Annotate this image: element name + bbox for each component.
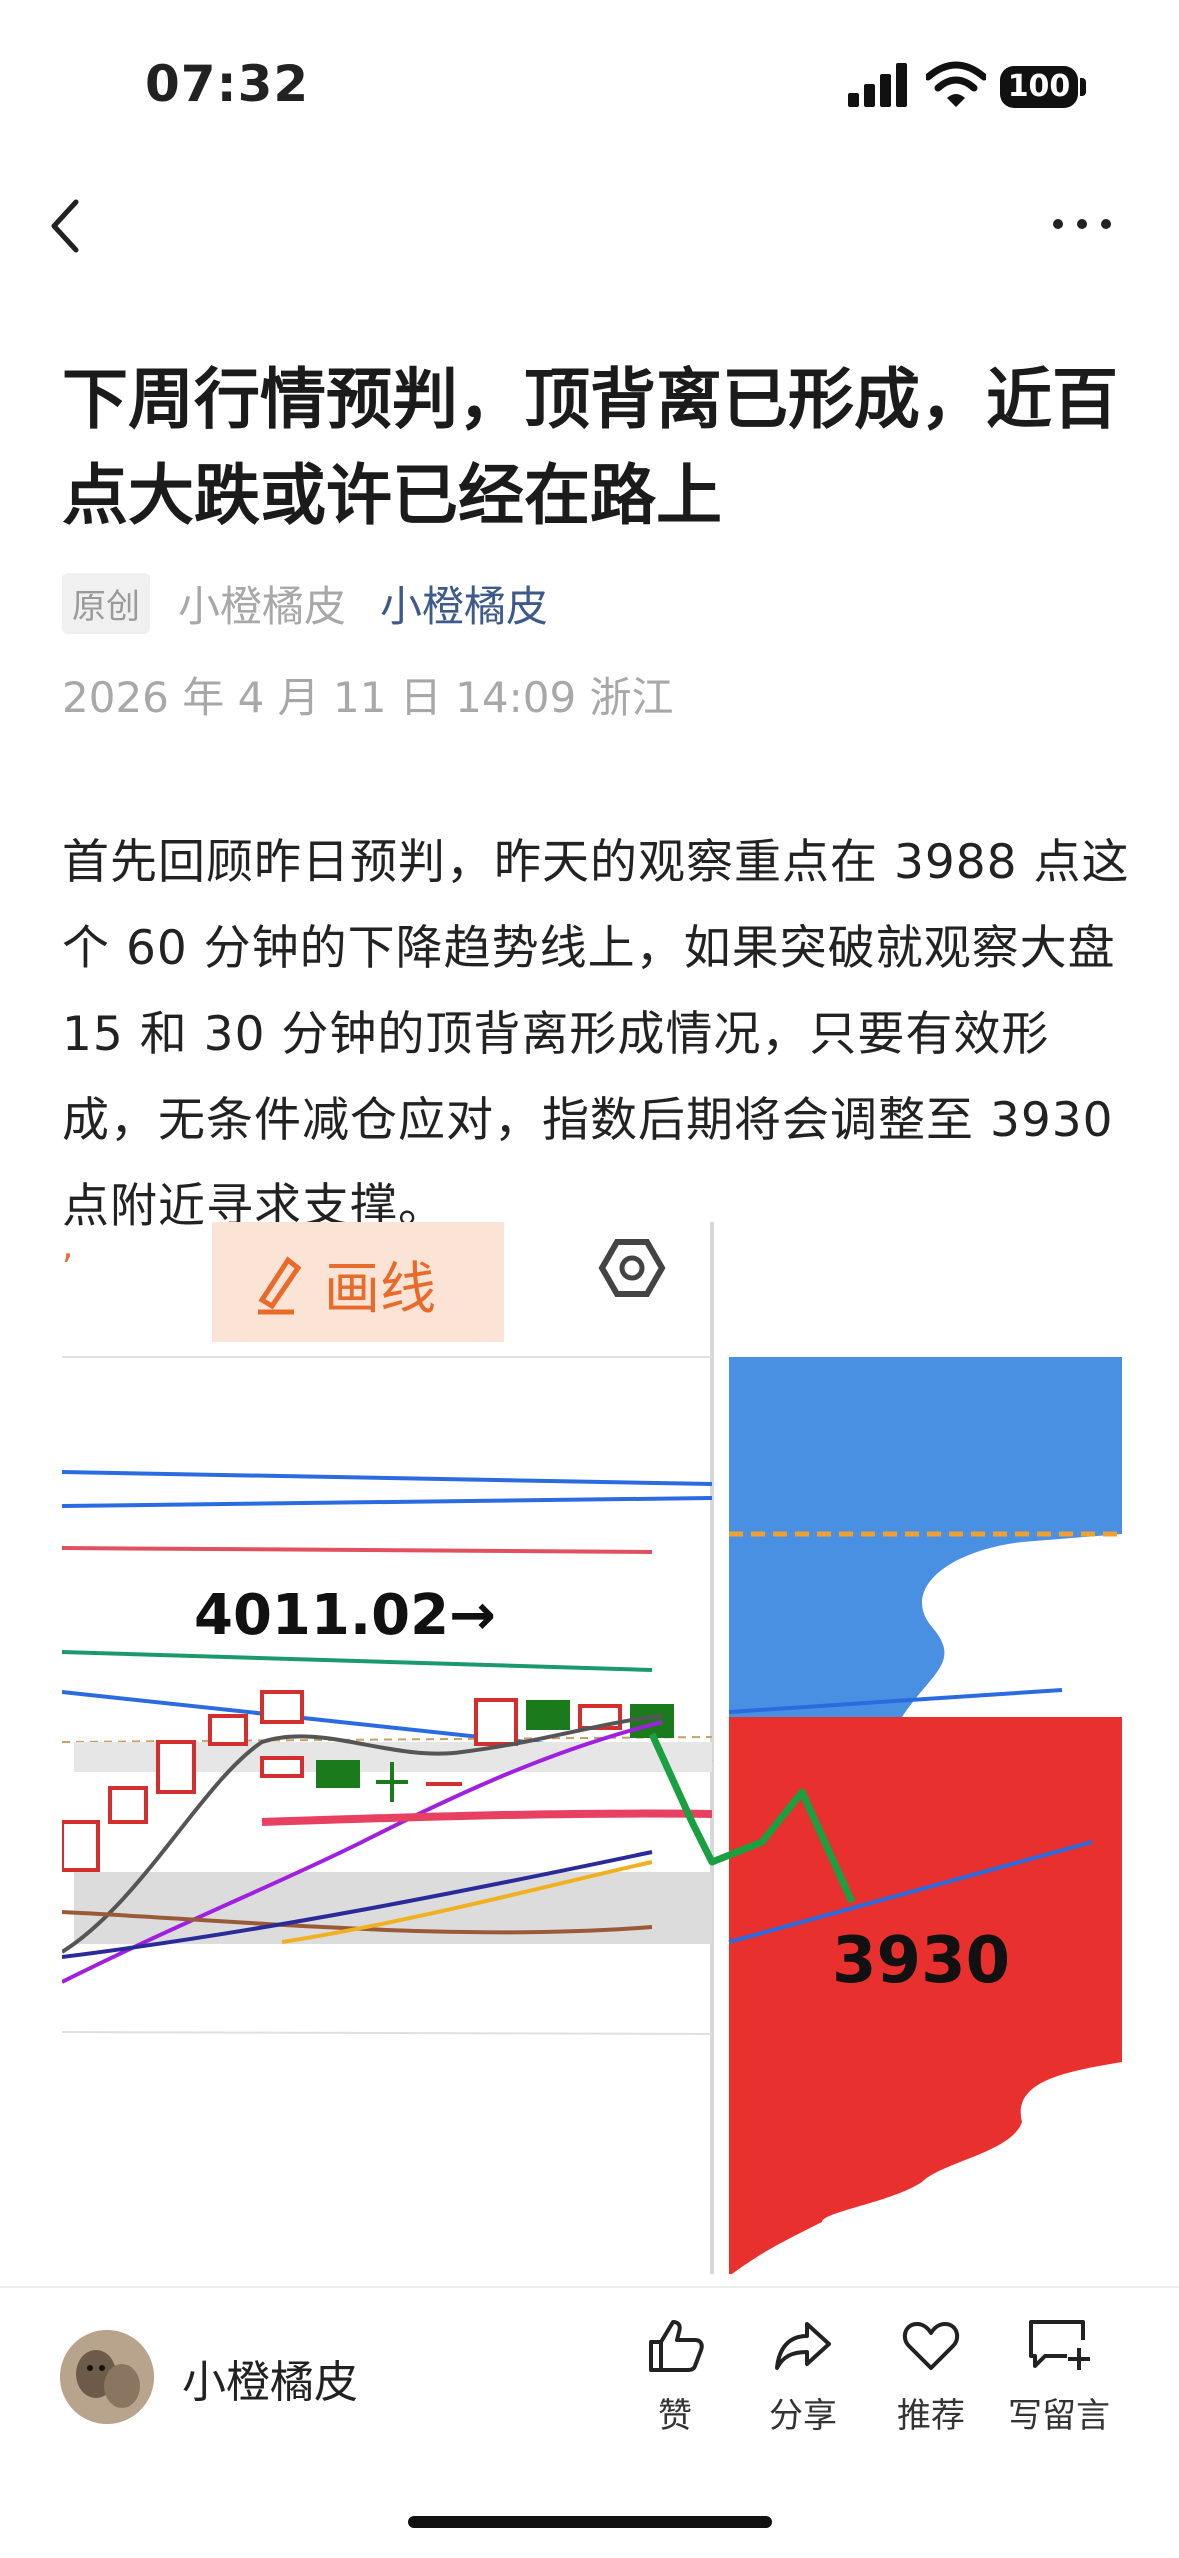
share-button[interactable]: 分享 (748, 2318, 858, 2437)
stock-chart-image[interactable]: 画线 , 3930 4011.02→ (62, 1222, 1122, 2274)
author-avatar[interactable] (60, 2330, 154, 2424)
battery-indicator: 100 (1000, 66, 1078, 108)
resistance-line-red (62, 1546, 653, 1554)
article-meta: 原创 小橙橘皮 小橙橘皮 (62, 572, 548, 634)
recommend-label: 推荐 (897, 2396, 965, 2436)
share-label: 分享 (769, 2396, 837, 2436)
comment-label: 写留言 (1008, 2396, 1110, 2436)
recommend-button[interactable]: 推荐 (876, 2318, 986, 2437)
article-paragraph: 首先回顾昨日预判，昨天的观察重点在 3988 点这个 60 分钟的下降趋势线上，… (62, 835, 1130, 1234)
candles (62, 1690, 674, 1872)
original-tag: 原创 (62, 572, 150, 634)
article-title: 下周行情预判，顶背离已形成，近百点大跌或许已经在路上 (62, 361, 1118, 534)
home-indicator[interactable] (408, 2516, 772, 2528)
price-label: 4011.02→ (194, 1583, 496, 1648)
settings-hex-icon (598, 1239, 666, 1297)
thumbs-up-icon (649, 2320, 704, 2372)
author-link[interactable]: 小橙橘皮 (380, 573, 548, 634)
settings-hex-center (619, 1255, 645, 1281)
publish-date-location: 2026 年 4 月 11 日 14:09 浙江 (62, 673, 674, 722)
ma-red (261, 1809, 713, 1826)
source-name: 小橙橘皮 (178, 581, 347, 631)
grid-line-1 (62, 2031, 713, 2035)
wifi-icon (926, 61, 986, 107)
status-time: 07:32 (145, 55, 310, 113)
comment-add-icon (1029, 2320, 1090, 2370)
trend-line-blue-1 (62, 1470, 713, 1486)
share-arrow-icon (775, 2322, 831, 2370)
more-options-icon[interactable] (1050, 216, 1114, 232)
support-label: 3930 (832, 1924, 1010, 1998)
chart-corner-mark: , (62, 1226, 73, 1267)
battery-tip (1080, 78, 1086, 96)
signal-icon (848, 63, 907, 107)
author-username[interactable]: 小橙橘皮 (182, 2346, 358, 2410)
like-button[interactable]: 赞 (620, 2318, 730, 2437)
trend-line-green (62, 1650, 653, 1672)
support-zone-grey (74, 1872, 712, 1944)
back-icon[interactable] (46, 196, 86, 256)
like-label: 赞 (658, 2396, 692, 2436)
draw-button-label: 画线 (324, 1257, 436, 1322)
comment-button[interactable]: 写留言 (1004, 2318, 1114, 2437)
trend-line-blue-2 (62, 1496, 713, 1508)
heart-icon (902, 2322, 960, 2370)
